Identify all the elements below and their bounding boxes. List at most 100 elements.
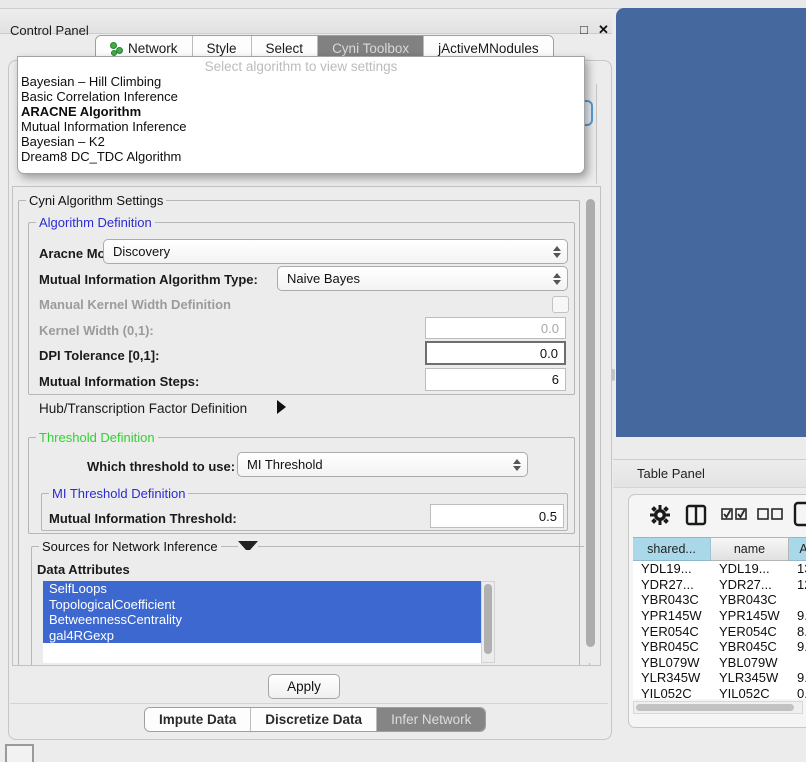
table-row[interactable]: YDL19...YDL19...13 (633, 561, 806, 577)
mi-type-label: Mutual Information Algorithm Type: (39, 272, 258, 287)
table-cell: YBR045C (633, 639, 711, 655)
settings-scrollbar-thumb[interactable] (586, 199, 595, 647)
table-row[interactable]: YER054CYER054C8. (633, 623, 806, 639)
dpi-tolerance-field[interactable]: 0.0 (425, 341, 566, 365)
close-panel-icon[interactable]: ✕ (598, 22, 609, 38)
which-threshold-label: Which threshold to use: (87, 459, 235, 474)
table-header-row: shared...nameA (633, 537, 806, 561)
table-cell (789, 592, 806, 608)
mi-threshold-field[interactable]: 0.5 (430, 504, 564, 528)
float-window-icon[interactable]: □ (580, 22, 588, 37)
minimized-panel-box[interactable] (5, 744, 34, 762)
attribute-item-topologicalcoefficient[interactable]: TopologicalCoefficient (43, 597, 481, 613)
attributes-scrollbar[interactable] (481, 581, 495, 663)
kernel-width-field[interactable]: 0.0 (425, 317, 566, 339)
spinner-arrows-icon (551, 244, 563, 260)
table-cell: YPR145W (633, 608, 711, 624)
algorithm-list: Bayesian – Hill ClimbingBasic Correlatio… (21, 74, 581, 164)
attribute-item-gal4rgexp[interactable]: gal4RGexp (43, 628, 481, 644)
table-row[interactable]: YBR043CYBR043C (633, 592, 806, 608)
settings-scroll-viewport: Cyni Algorithm Settings Algorithm Defini… (12, 186, 601, 666)
table-cell: YLR345W (633, 670, 711, 686)
attributes-scrollbar-thumb[interactable] (484, 584, 492, 654)
data-attributes-list[interactable]: SelfLoopsTopologicalCoefficientBetweenne… (43, 581, 481, 663)
column-header-name[interactable]: name (711, 537, 789, 561)
aracne-mode-combo[interactable]: Discovery (103, 239, 568, 264)
table-cell: 0. (789, 686, 806, 699)
gear-icon[interactable] (649, 504, 671, 526)
algorithm-item-basic-correlation-inference[interactable]: Basic Correlation Inference (21, 89, 581, 104)
table-horizontal-scrollbar[interactable] (633, 701, 803, 714)
table-cell: YLR345W (711, 670, 789, 686)
hidden-panel-border (596, 84, 597, 184)
tab-impute-data[interactable]: Impute Data (145, 708, 251, 731)
spinner-arrows-icon (511, 457, 523, 473)
aracne-mode-value: Discovery (113, 244, 170, 259)
table-row[interactable]: YBL079WYBL079W (633, 655, 806, 671)
table-cell: YER054C (633, 623, 711, 639)
mi-type-combo[interactable]: Naive Bayes (277, 266, 568, 291)
table-cell: 9. (789, 670, 806, 686)
table-panel-title: Table Panel (637, 466, 705, 481)
algorithm-item-aracne-algorithm[interactable]: ARACNE Algorithm (21, 104, 581, 119)
network-view-window (616, 8, 806, 437)
split-columns-icon[interactable] (685, 504, 707, 526)
table-row[interactable]: YBR045CYBR045C9. (633, 639, 806, 655)
spinner-arrows-icon (551, 271, 563, 287)
manual-kernel-checkbox[interactable] (552, 296, 569, 313)
table-row[interactable]: YDR27...YDR27...12 (633, 577, 806, 593)
mi-steps-label: Mutual Information Steps: (39, 374, 199, 389)
table-hscrollbar-thumb[interactable] (636, 704, 794, 711)
tab-infer-network[interactable]: Infer Network (377, 708, 485, 731)
table-cell: 8. (789, 623, 806, 639)
which-threshold-combo[interactable]: MI Threshold (237, 452, 528, 477)
table-cell: YDR27... (711, 577, 789, 593)
tab-label: Select (266, 41, 304, 56)
cyni-algorithm-settings-title: Cyni Algorithm Settings (26, 193, 166, 208)
apply-button[interactable]: Apply (268, 674, 340, 699)
table-cell: 13 (789, 561, 806, 577)
table-row[interactable]: YLR345WYLR345W9. (633, 670, 806, 686)
kernel-width-label: Kernel Width (0,1): (39, 323, 154, 338)
column-header-a[interactable]: A (789, 537, 806, 561)
table-cell: YBL079W (711, 655, 789, 671)
table-row[interactable]: YIL052CYIL052C0. (633, 686, 806, 699)
sources-group-title: Sources for Network Inference (39, 539, 221, 554)
algorithm-definition-title: Algorithm Definition (36, 215, 155, 230)
table-cell: 9. (789, 639, 806, 655)
table-row[interactable]: YPR145WYPR145W9. (633, 608, 806, 624)
tab-label: Cyni Toolbox (332, 41, 409, 56)
settings-scrollbar[interactable] (584, 189, 598, 663)
table-cell: YIL052C (711, 686, 789, 699)
deselect-all-checkboxes-icon[interactable] (757, 507, 783, 521)
dpi-tolerance-label: DPI Tolerance [0,1]: (39, 348, 159, 363)
collapse-down-icon[interactable] (238, 541, 258, 550)
tab-discretize-data[interactable]: Discretize Data (251, 708, 377, 731)
control-panel-titlebar: Control Panel □ ✕ (0, 9, 612, 34)
table-cell: 12 (789, 577, 806, 593)
column-header-shared[interactable]: shared... (633, 537, 711, 561)
attribute-item-selfloops[interactable]: SelfLoops (43, 581, 481, 597)
table-cell: YPR145W (711, 608, 789, 624)
panel-divider (10, 703, 608, 704)
control-panel-title: Control Panel (10, 23, 89, 38)
mi-steps-field[interactable]: 6 (425, 368, 566, 391)
panel-resize-grip[interactable] (611, 369, 615, 381)
algorithm-dropdown-popup: Select algorithm to view settings Bayesi… (17, 56, 585, 174)
attribute-item-betweennesscentrality[interactable]: BetweennessCentrality (43, 612, 481, 628)
table-cell: YBL079W (633, 655, 711, 671)
select-all-checkboxes-icon[interactable] (721, 507, 747, 521)
table-body: YDL19...YDL19...13YDR27...YDR27...12YBR0… (633, 561, 806, 699)
algorithm-item-dream8-dc-tdc-algorithm[interactable]: Dream8 DC_TDC Algorithm (21, 149, 581, 164)
expand-right-icon[interactable] (277, 400, 286, 414)
table-cell: YER054C (711, 623, 789, 639)
which-threshold-value: MI Threshold (247, 457, 323, 472)
threshold-definition-title: Threshold Definition (36, 430, 158, 445)
algorithm-item-bayesian-k2[interactable]: Bayesian – K2 (21, 134, 581, 149)
dropdown-placeholder: Select algorithm to view settings (18, 59, 584, 74)
export-table-icon[interactable] (793, 501, 806, 527)
mi-threshold-label: Mutual Information Threshold: (49, 511, 237, 526)
algorithm-item-mutual-information-inference[interactable]: Mutual Information Inference (21, 119, 581, 134)
node-table[interactable]: shared...nameA YDL19...YDL19...13YDR27..… (633, 537, 806, 699)
algorithm-item-bayesian-hill-climbing[interactable]: Bayesian – Hill Climbing (21, 74, 581, 89)
